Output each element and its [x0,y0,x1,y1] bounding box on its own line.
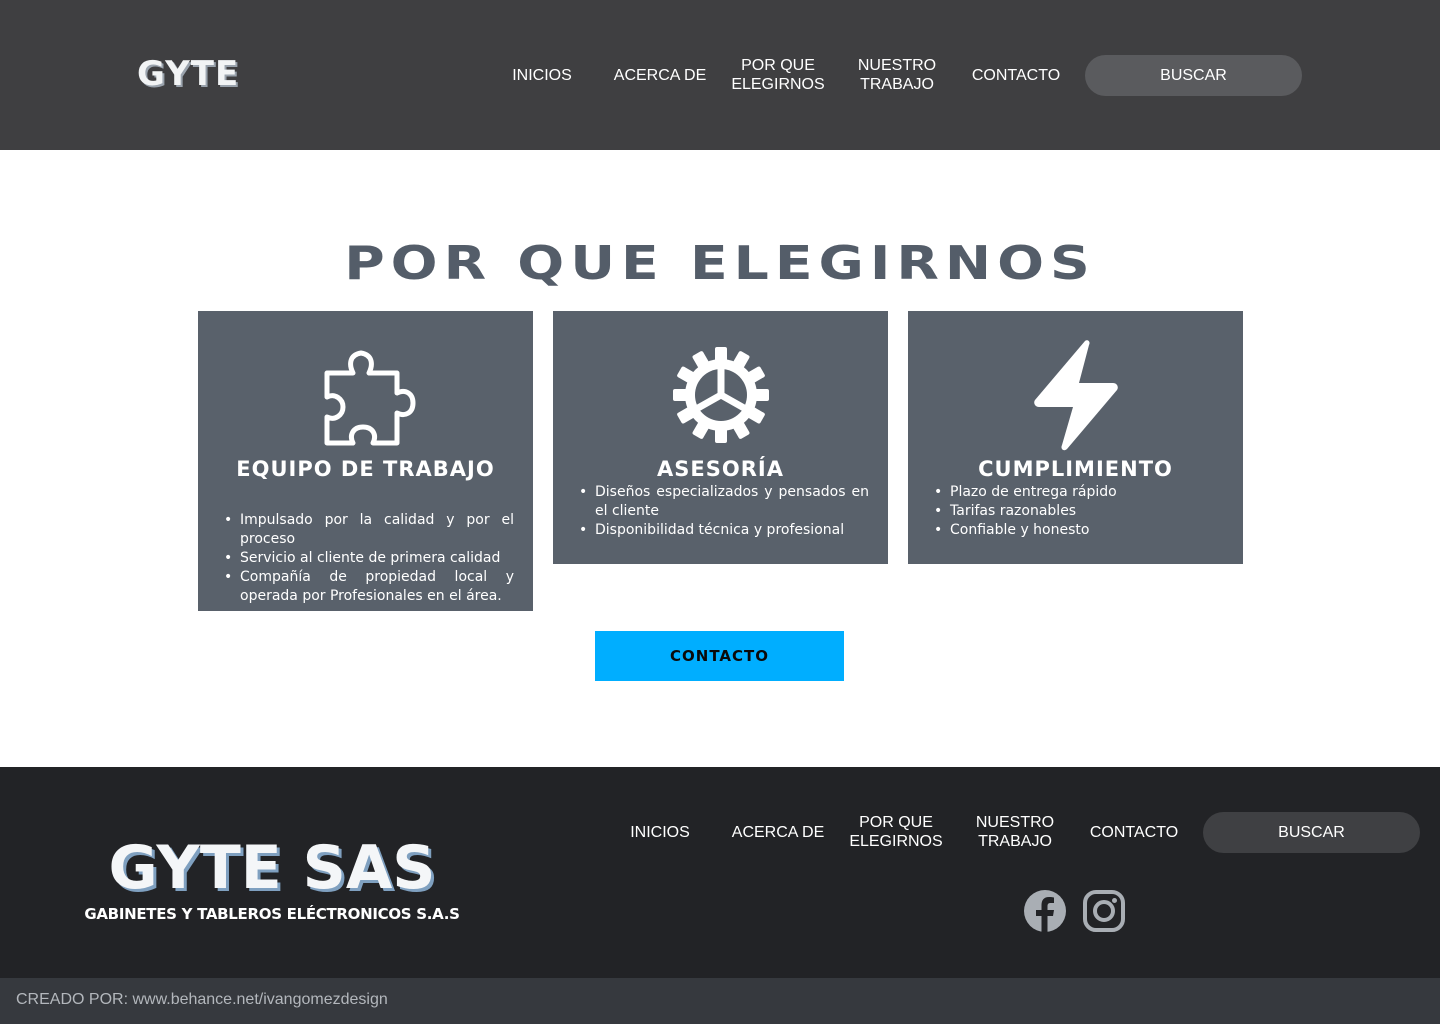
lightning-icon [1033,340,1118,451]
feature-card-asesoria: ASESORÍA Diseños especializados y pensad… [553,311,888,564]
footer-search-button[interactable]: BUSCAR [1203,812,1420,853]
search-button[interactable]: BUSCAR [1085,55,1302,96]
footer-nav-nuestro-trabajo[interactable]: NUESTRO TRABAJO [960,813,1070,851]
credit-text: CREADO POR: www.behance.net/ivangomezdes… [16,991,388,1008]
list-item: Servicio al cliente de primera calidad [222,549,514,568]
list-item: Compañía de propiedad local y operada po… [222,568,514,606]
instagram-icon[interactable] [1082,889,1126,933]
facebook-icon[interactable] [1023,889,1067,933]
card-title: EQUIPO DE TRABAJO [236,457,495,481]
list-item: Tarifas razonables [932,502,1224,521]
list-item: Plazo de entrega rápido [932,483,1224,502]
footer-nav-contacto[interactable]: CONTACTO [1079,813,1189,851]
list-item: Impulsado por la calidad y por el proces… [222,511,514,549]
feature-card-cumplimiento: CUMPLIMIENTO Plazo de entrega rápido Tar… [908,311,1243,564]
list-item: Confiable y honesto [932,521,1224,540]
nav-contacto[interactable]: CONTACTO [961,56,1071,94]
feature-card-equipo: EQUIPO DE TRABAJO Impulsado por la calid… [198,311,533,611]
site-footer: GYTE SAS GABINETES Y TABLEROS ELÉCTRONIC… [0,767,1440,978]
card-title: CUMPLIMIENTO [978,457,1173,481]
puzzle-icon [324,350,415,446]
page-title: POR QUE ELEGIRNOS [344,236,1096,290]
nav-por-que-elegirnos[interactable]: POR QUE ELEGIRNOS [723,56,833,94]
footer-logo-subtitle: GABINETES Y TABLEROS ELÉCTRONICOS S.A.S [84,905,460,923]
nav-inicios[interactable]: INICIOS [497,56,587,94]
card-title: ASESORÍA [657,457,784,481]
gear-icon [672,347,769,443]
footer-nav-inicios[interactable]: INICIOS [615,813,705,851]
card-feature-list: Diseños especializados y pensados en el … [577,483,869,540]
footer-nav-acerca-de[interactable]: ACERCA DE [723,813,833,851]
card-feature-list: Impulsado por la calidad y por el proces… [222,511,514,606]
footer-logo[interactable]: GYTE SAS GABINETES Y TABLEROS ELÉCTRONIC… [80,835,464,923]
site-logo[interactable]: GYTE [137,54,239,94]
footer-logo-title: GYTE SAS [108,833,436,903]
contact-button[interactable]: CONTACTO [595,631,844,681]
list-item: Disponibilidad técnica y profesional [577,521,869,540]
site-header: GYTE INICIOS ACERCA DE POR QUE ELEGIRNOS… [0,0,1440,150]
footer-nav-por-que-elegirnos[interactable]: POR QUE ELEGIRNOS [841,813,951,851]
nav-acerca-de[interactable]: ACERCA DE [605,56,715,94]
nav-nuestro-trabajo[interactable]: NUESTRO TRABAJO [842,56,952,94]
card-feature-list: Plazo de entrega rápido Tarifas razonabl… [932,483,1224,540]
list-item: Diseños especializados y pensados en el … [577,483,869,521]
credit-bar: CREADO POR: www.behance.net/ivangomezdes… [0,978,1440,1024]
